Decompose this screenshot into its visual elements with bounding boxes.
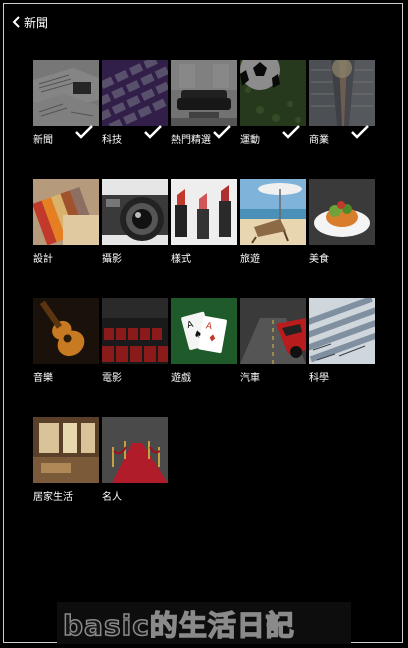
back-arrow-icon [12, 16, 20, 28]
home-interior-image [33, 417, 99, 483]
header-title: 新聞 [24, 15, 49, 30]
category-label: 電影 [102, 373, 122, 384]
category-label: 汽車 [240, 373, 260, 384]
guitar-image [33, 298, 99, 364]
category-tile-tech-keyboard[interactable]: 科技 [102, 60, 168, 146]
newspapers-image [33, 60, 99, 126]
soccer-ball-image [240, 60, 306, 126]
category-label: 美食 [309, 254, 329, 265]
svg-text:♦: ♦ [207, 333, 218, 345]
app-frame: 新聞 新聞 科技 熱門精選 運動 商業 設計 攝影 樣式 旅遊 美食 音樂 電影 A ♠ A ♦ 遊戲 汽車 科學居… [3, 3, 403, 643]
category-tile-red-car[interactable]: 汽車 [240, 298, 306, 384]
category-tile-red-carpet[interactable]: 名人 [102, 417, 168, 503]
category-tile-playing-cards[interactable]: A ♠ A ♦ 遊戲 [171, 298, 237, 384]
watermark-text: basic的生活日記 [62, 608, 295, 643]
category-tile-guitar[interactable]: 音樂 [33, 298, 99, 384]
category-tile-beach-chair[interactable]: 旅遊 [240, 179, 306, 265]
lipsticks-image [171, 179, 237, 245]
category-label: 設計 [33, 254, 53, 265]
food-dish-image [309, 179, 375, 245]
camera-lens-image [102, 179, 168, 245]
category-tile-lipsticks[interactable]: 樣式 [171, 179, 237, 265]
red-car-image [240, 298, 306, 364]
watermark: basic的生活日記 [57, 602, 351, 644]
category-tile-cinema-seats[interactable]: 電影 [102, 298, 168, 384]
skyscrapers-image [309, 60, 375, 126]
category-label: 名人 [102, 492, 122, 503]
category-label: 居家生活 [33, 492, 73, 503]
category-label: 樣式 [171, 254, 191, 265]
category-tile-soccer-ball[interactable]: 運動 [240, 60, 306, 146]
category-label: 音樂 [33, 373, 53, 384]
category-tile-home-interior[interactable]: 居家生活 [33, 417, 99, 503]
checkmark-icon [143, 124, 163, 140]
color-swatches-image [33, 179, 99, 245]
red-carpet-image [102, 417, 168, 483]
category-tile-skyscrapers[interactable]: 商業 [309, 60, 375, 146]
category-label: 旅遊 [240, 254, 260, 265]
living-room-image [171, 60, 237, 126]
category-tile-food-dish[interactable]: 美食 [309, 179, 375, 265]
header-back-button[interactable]: 新聞 [12, 12, 48, 32]
category-tile-newspapers[interactable]: 新聞 [33, 60, 99, 146]
category-tile-camera-lens[interactable]: 攝影 [102, 179, 168, 265]
beach-chair-image [240, 179, 306, 245]
checkmark-icon [212, 124, 232, 140]
category-tile-science-formulas[interactable]: 科學 [309, 298, 375, 384]
checkmark-icon [74, 124, 94, 140]
category-tile-color-swatches[interactable]: 設計 [33, 179, 99, 265]
science-formulas-image [309, 298, 375, 364]
tech-keyboard-image [102, 60, 168, 126]
cinema-seats-image [102, 298, 168, 364]
category-label: 科學 [309, 373, 329, 384]
checkmark-icon [281, 124, 301, 140]
checkmark-icon [350, 124, 370, 140]
category-label: 攝影 [102, 254, 122, 265]
category-tile-living-room[interactable]: 熱門精選 [171, 60, 237, 146]
playing-cards-image: A ♠ A ♦ [171, 298, 237, 364]
category-label: 遊戲 [171, 373, 191, 384]
